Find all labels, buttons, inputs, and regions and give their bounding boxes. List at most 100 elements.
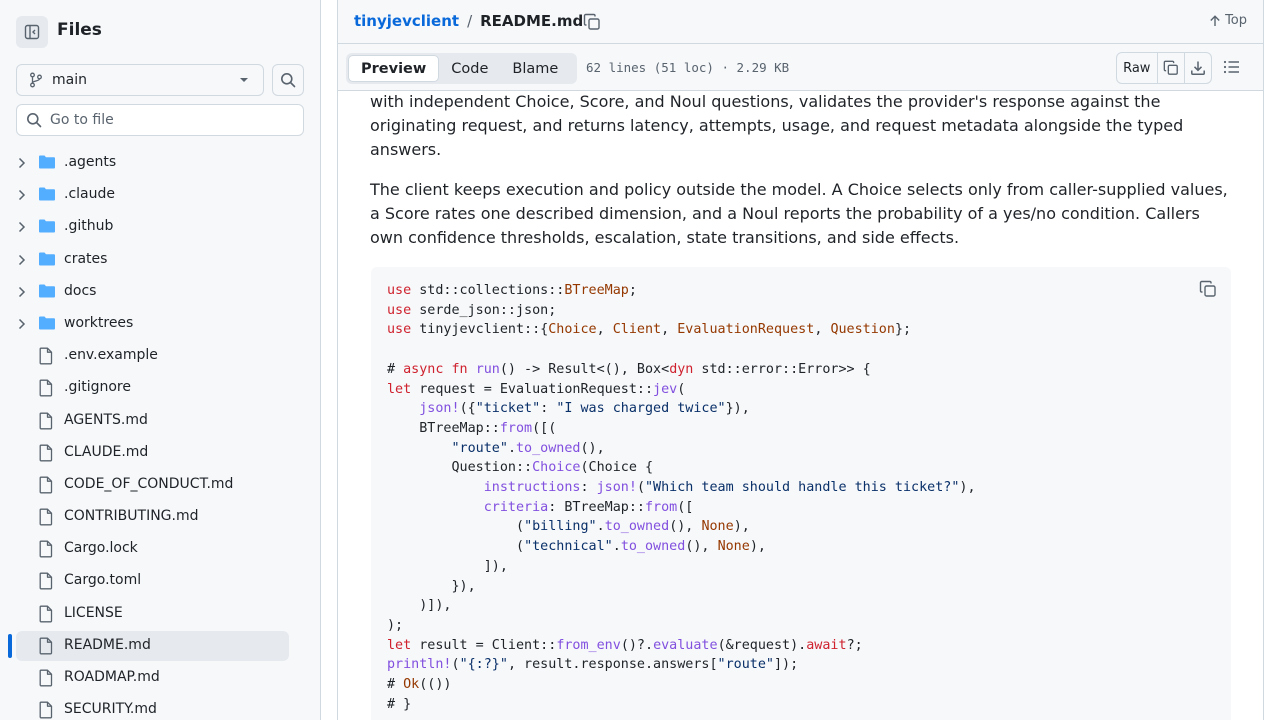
download-button[interactable] — [1184, 53, 1211, 83]
file-icon — [38, 508, 54, 530]
file-tree: .agents .claude .github crates docs worktrees… — [0, 147, 320, 720]
code-line: ]), — [387, 558, 508, 574]
copy-code-button[interactable] — [1199, 280, 1217, 302]
tree-file[interactable]: AGENTS.md — [0, 405, 320, 437]
tree-file[interactable]: CONTRIBUTING.md — [0, 501, 320, 533]
chevron-right-icon[interactable] — [18, 318, 26, 334]
go-to-file-input[interactable]: Go to file — [16, 104, 304, 136]
tree-folder[interactable]: .claude — [0, 179, 320, 211]
file-icon — [38, 540, 54, 562]
tab-preview[interactable]: Preview — [348, 55, 440, 82]
file-icon — [38, 572, 54, 594]
code-content: use std::collections::BTreeMap;use serde… — [387, 281, 976, 714]
chevron-right-icon[interactable] — [18, 221, 26, 237]
tree-file[interactable]: Cargo.toml — [0, 565, 320, 597]
chevron-right-icon[interactable] — [18, 286, 26, 302]
tree-file[interactable]: CLAUDE.md — [0, 437, 320, 469]
tree-item-label: CODE_OF_CONDUCT.md — [64, 475, 234, 492]
branch-selector[interactable]: main — [16, 64, 264, 96]
search-files-button[interactable] — [272, 64, 304, 96]
breadcrumb-repo-link[interactable]: tinyjevclient — [354, 12, 459, 30]
tree-file[interactable]: ROADMAP.md — [0, 662, 320, 694]
tree-item-label: docs — [64, 282, 97, 299]
tree-folder[interactable]: crates — [0, 244, 320, 276]
chevron-right-icon[interactable] — [18, 157, 26, 173]
sidebar-title: Files — [57, 20, 102, 40]
raw-button[interactable]: Raw — [1117, 53, 1158, 83]
file-toolbar: Preview Code Blame 62 lines (51 loc) · 2… — [338, 44, 1263, 91]
code-line: Question::Choice(Choice { — [387, 460, 654, 476]
sidebar-toggle-button[interactable] — [16, 16, 48, 48]
readme-paragraph: with independent Choice, Score, and Noul… — [370, 92, 1184, 159]
tab-blame[interactable]: Blame — [500, 55, 570, 82]
breadcrumb-separator: / — [467, 12, 473, 30]
code-line: use tinyjevclient::{Choice, Client, Eval… — [387, 322, 912, 338]
file-icon — [38, 444, 54, 466]
folder-icon — [38, 315, 56, 335]
file-icon — [38, 701, 54, 720]
code-line: ); — [387, 617, 404, 633]
tree-item-label: .github — [64, 218, 114, 235]
file-icon — [38, 476, 54, 498]
file-info: 62 lines (51 loc) · 2.29 KB — [586, 60, 790, 75]
code-line: # async fn run() -> Result<(), Box<dyn s… — [387, 361, 871, 377]
code-line: use serde_json::json; — [387, 302, 557, 318]
tree-folder[interactable]: docs — [0, 276, 320, 308]
tree-file[interactable]: CODE_OF_CONDUCT.md — [0, 469, 320, 501]
arrow-up-icon — [1210, 14, 1220, 26]
tree-file[interactable]: Cargo.lock — [0, 533, 320, 565]
tree-file[interactable]: README.md — [0, 630, 320, 662]
outline-button[interactable] — [1223, 59, 1241, 79]
download-icon — [1191, 61, 1206, 75]
code-line: criteria: BTreeMap::from([ — [483, 499, 694, 515]
tree-file[interactable]: LICENSE — [0, 598, 320, 630]
tree-item-label: ROADMAP.md — [64, 669, 160, 685]
branch-name: main — [52, 72, 87, 88]
tree-item-label: .claude — [64, 186, 115, 203]
search-icon — [281, 73, 296, 88]
file-header: tinyjevclient / README.md Top — [338, 0, 1263, 44]
code-line: # } — [387, 696, 412, 712]
tree-item-label: .agents — [64, 154, 117, 170]
code-line: # Ok(()) — [387, 677, 452, 693]
code-line: ("technical".to_owned(), None), — [387, 539, 766, 555]
code-line: BTreeMap::from([( — [387, 420, 557, 436]
code-line: }), — [387, 578, 476, 594]
view-mode-tabs: Preview Code Blame — [346, 53, 577, 84]
folder-icon — [38, 251, 56, 271]
tab-code[interactable]: Code — [439, 55, 500, 82]
readme-paragraph: The client keeps execution and policy ou… — [370, 180, 1228, 247]
tree-item-label: .env.example — [64, 347, 158, 364]
file-actions: Raw — [1116, 52, 1212, 84]
breadcrumb: tinyjevclient / README.md — [354, 12, 583, 30]
code-line: )]), — [387, 598, 452, 614]
tree-item-label: worktrees — [64, 314, 134, 331]
file-icon — [38, 605, 54, 627]
tree-item-label: README.md — [64, 636, 151, 653]
code-block: use std::collections::BTreeMap;use serde… — [371, 267, 1231, 720]
copy-icon — [1163, 60, 1178, 75]
readme-content: with independent Choice, Score, and Noul… — [370, 92, 1232, 266]
copy-icon — [1199, 280, 1216, 297]
tree-file[interactable]: .env.example — [0, 340, 320, 372]
tree-item-label: CONTRIBUTING.md — [64, 508, 199, 525]
tree-item-label: Cargo.lock — [64, 540, 138, 557]
copy-path-button[interactable] — [583, 13, 601, 35]
selected-highlight — [16, 630, 289, 661]
tree-file[interactable]: .gitignore — [0, 372, 320, 404]
folder-icon — [38, 186, 56, 206]
scroll-top-button[interactable]: Top — [1209, 13, 1247, 28]
code-line: let result = Client::from_env()?.evaluat… — [387, 637, 863, 653]
copy-raw-button[interactable] — [1158, 53, 1185, 83]
tree-folder[interactable]: .agents — [0, 147, 320, 179]
file-icon — [38, 379, 54, 401]
tree-file[interactable]: SECURITY.md — [0, 694, 320, 720]
chevron-right-icon[interactable] — [18, 254, 26, 270]
code-line: use std::collections::BTreeMap; — [387, 283, 637, 298]
tree-item-label: AGENTS.md — [64, 411, 148, 428]
caret-down-icon — [240, 78, 248, 82]
tree-folder[interactable]: worktrees — [0, 308, 320, 340]
chevron-right-icon[interactable] — [18, 189, 26, 205]
tree-folder[interactable]: .github — [0, 211, 320, 243]
file-sidebar: Files main Go to file .agents .claude .g… — [0, 0, 321, 720]
